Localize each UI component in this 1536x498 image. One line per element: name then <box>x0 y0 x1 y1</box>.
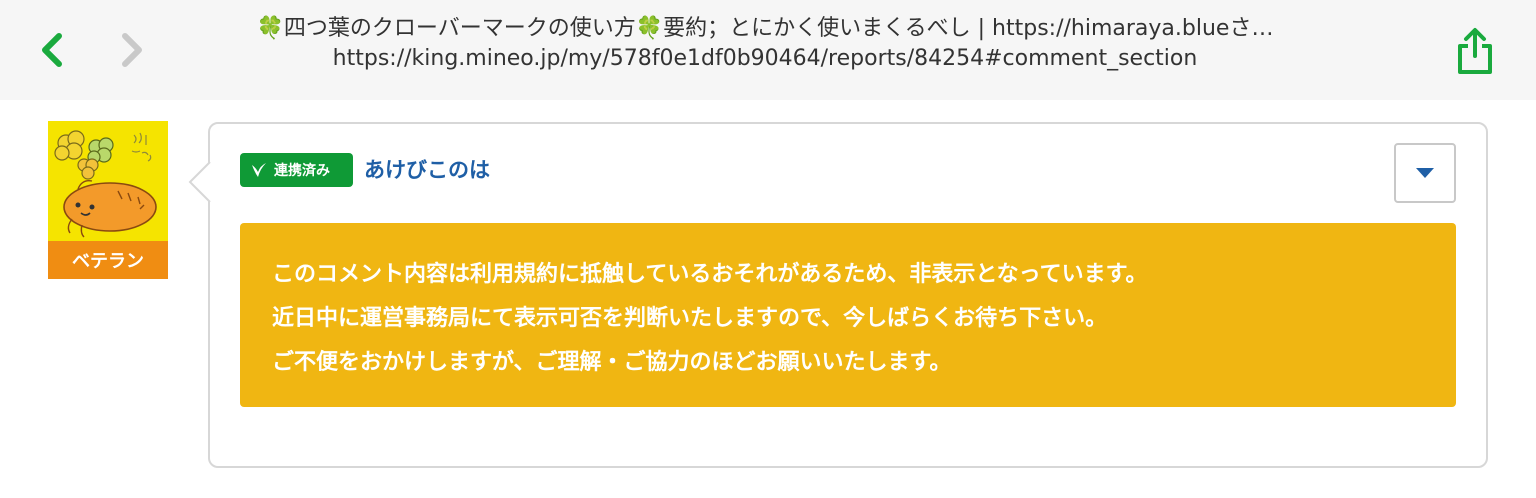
address-area[interactable]: 🍀四つ葉のクローバーマークの使い方🍀要約；とにかく使いまくるべし | https… <box>170 14 1360 84</box>
linked-badge-label: 連携済み <box>274 163 330 179</box>
share-button[interactable] <box>1450 24 1500 78</box>
linked-badge: 連携済み <box>240 153 353 187</box>
chevron-right-icon <box>122 33 142 67</box>
notice-line: ご不便をおかけしますが、ご理解・ご協力のほどお願いいたします。 <box>272 350 952 375</box>
comment-menu-button[interactable] <box>1394 143 1456 203</box>
notice-line: 近日中に運営事務局にて表示可否を判断いたしますので、今しばらくお待ち下さい。 <box>272 306 1108 331</box>
page-title: 🍀四つ葉のクローバーマークの使い方🍀要約；とにかく使いまくるべし | https… <box>256 16 1274 41</box>
mineo-check-icon <box>252 163 266 177</box>
notice-line: このコメント内容は利用規約に抵触しているおそれがあるため、非表示となっています。 <box>272 262 1148 287</box>
rank-badge: ベテラン <box>48 241 168 279</box>
user-avatar[interactable] <box>48 121 168 241</box>
username-link[interactable]: あけびこのは <box>364 154 490 186</box>
page-url: https://king.mineo.jp/my/578f0e1df0b9046… <box>332 46 1198 71</box>
speech-pointer <box>188 161 211 203</box>
caret-down-icon <box>1416 168 1434 178</box>
chevron-left-icon <box>42 33 62 67</box>
hidden-comment-notice: このコメント内容は利用規約に抵触しているおそれがあるため、非表示となっています。… <box>240 223 1456 407</box>
browser-toolbar: 🍀四つ葉のクローバーマークの使い方🍀要約；とにかく使いまくるべし | https… <box>0 0 1536 100</box>
forward-button[interactable] <box>108 26 156 74</box>
carrot-avatar-image <box>48 121 168 241</box>
share-icon <box>1458 28 1492 74</box>
back-button[interactable] <box>28 26 76 74</box>
